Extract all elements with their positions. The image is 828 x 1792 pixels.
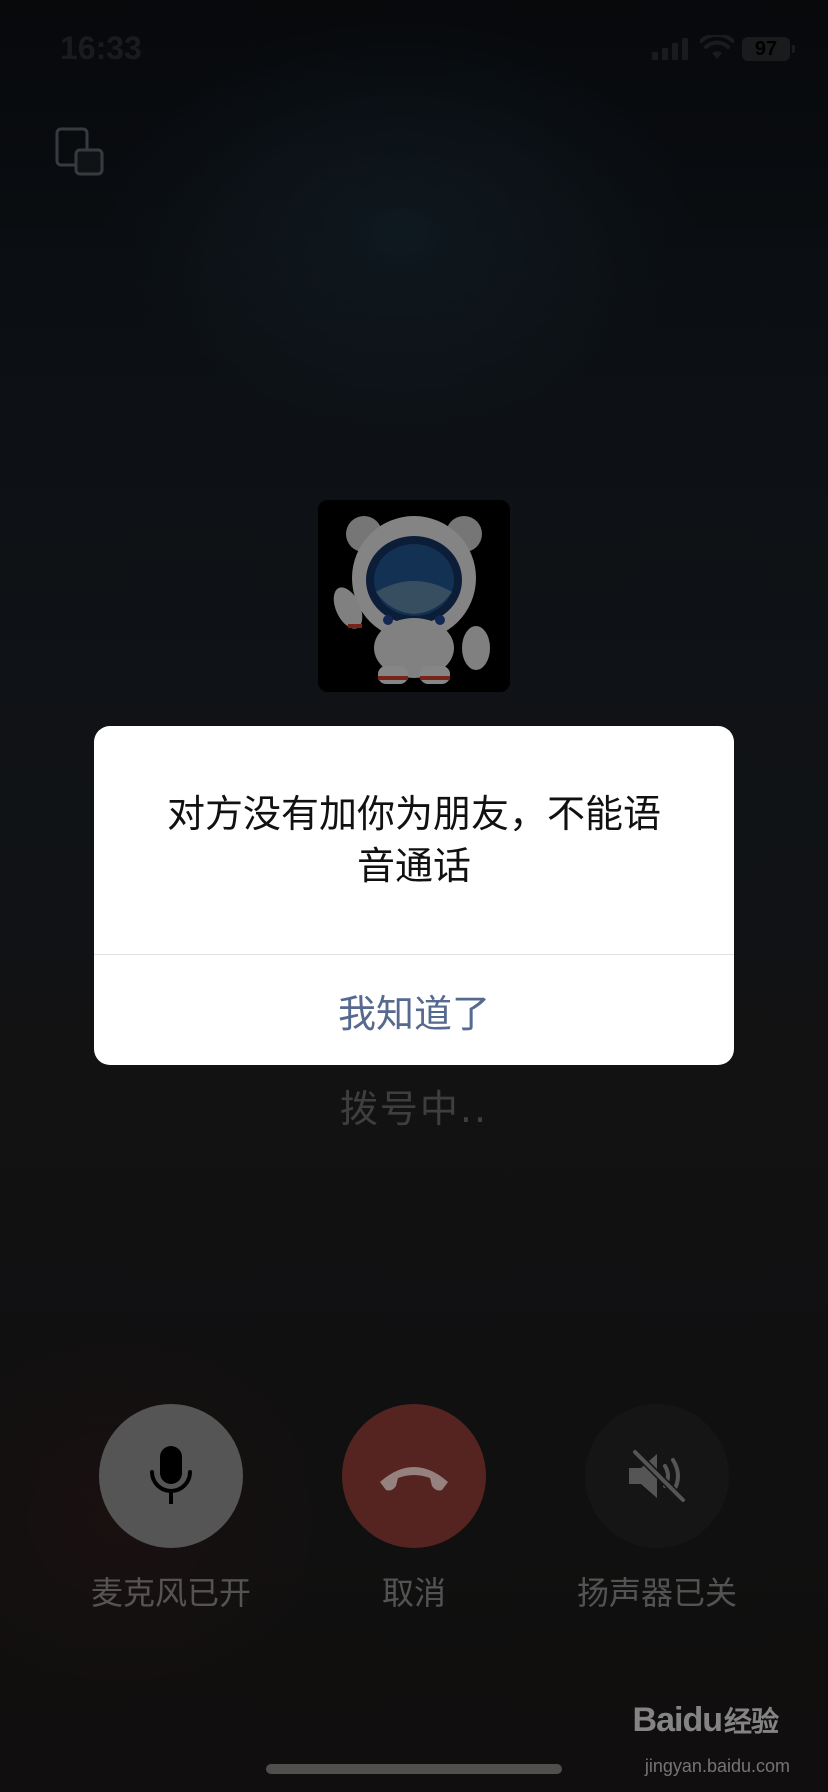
alert-message-line2: 音通话 (356, 844, 471, 888)
alert-message-line1: 对方没有加你为朋友，不能语 (166, 792, 661, 836)
alert-message: 对方没有加你为朋友，不能语 音通话 (134, 788, 694, 892)
alert-ok-button[interactable]: 我知道了 (94, 955, 734, 1065)
alert-dialog: 对方没有加你为朋友，不能语 音通话 我知道了 (94, 726, 734, 1065)
